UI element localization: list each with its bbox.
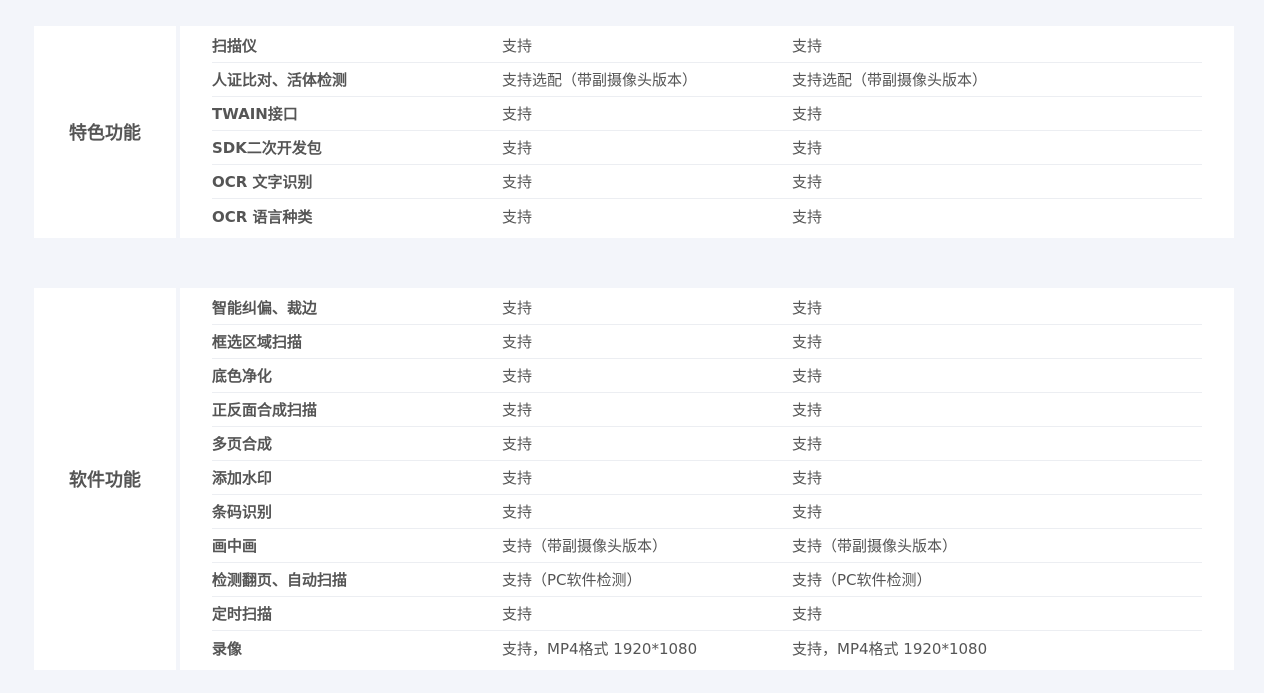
feature-value-b: 支持 bbox=[792, 207, 823, 226]
section-label: 软件功能 bbox=[34, 288, 176, 670]
section-table: 智能纠偏、裁边 支持 支持 框选区域扫描 支持 支持 底色净化 支持 支持 正反… bbox=[180, 288, 1234, 670]
feature-value-b: 支持 bbox=[792, 503, 823, 521]
feature-value-a: 支持 bbox=[502, 37, 533, 55]
feature-value-b: 支持，MP4格式 1920*1080 bbox=[792, 639, 988, 658]
feature-name: 人证比对、活体检测 bbox=[212, 71, 348, 89]
feature-value-b: 支持 bbox=[792, 37, 823, 55]
feature-name: 正反面合成扫描 bbox=[212, 401, 318, 419]
feature-value-a: 支持 bbox=[502, 333, 533, 351]
feature-value-a: 支持 bbox=[502, 173, 533, 191]
feature-value-b: 支持（PC软件检测） bbox=[792, 571, 932, 589]
table-row: 扫描仪 支持 支持 bbox=[212, 29, 1202, 63]
feature-value-b: 支持 bbox=[792, 367, 823, 385]
feature-value-a: 支持（PC软件检测） bbox=[502, 571, 642, 589]
table-row: OCR 语言种类 支持 支持 bbox=[212, 199, 1202, 233]
feature-value-a: 支持 bbox=[502, 605, 533, 623]
table-row: 人证比对、活体检测 支持选配（带副摄像头版本） 支持选配（带副摄像头版本） bbox=[212, 63, 1202, 97]
section-software: 软件功能 智能纠偏、裁边 支持 支持 框选区域扫描 支持 支持 底色净化 支持 … bbox=[34, 288, 1234, 670]
feature-value-a: 支持 bbox=[502, 367, 533, 385]
feature-value-a: 支持 bbox=[502, 469, 533, 487]
table-row: SDK二次开发包 支持 支持 bbox=[212, 131, 1202, 165]
section-feature: 特色功能 扫描仪 支持 支持 人证比对、活体检测 支持选配（带副摄像头版本） 支… bbox=[34, 26, 1234, 238]
feature-name: 多页合成 bbox=[212, 435, 273, 453]
table-row: 检测翻页、自动扫描 支持（PC软件检测） 支持（PC软件检测） bbox=[212, 563, 1202, 597]
section-label: 特色功能 bbox=[34, 26, 176, 238]
feature-value-b: 支持 bbox=[792, 605, 823, 623]
table-row: 底色净化 支持 支持 bbox=[212, 359, 1202, 393]
feature-value-b: 支持 bbox=[792, 401, 823, 419]
feature-name: OCR 语言种类 bbox=[212, 207, 313, 226]
table-row: 录像 支持，MP4格式 1920*1080 支持，MP4格式 1920*1080 bbox=[212, 631, 1202, 665]
feature-value-b: 支持 bbox=[792, 139, 823, 157]
feature-value-b: 支持（带副摄像头版本） bbox=[792, 537, 958, 555]
feature-value-b: 支持 bbox=[792, 469, 823, 487]
feature-name: 定时扫描 bbox=[212, 605, 273, 623]
table-row: 智能纠偏、裁边 支持 支持 bbox=[212, 291, 1202, 325]
feature-name: 添加水印 bbox=[212, 469, 273, 487]
feature-value-a: 支持 bbox=[502, 299, 533, 317]
feature-name: 底色净化 bbox=[212, 367, 273, 385]
feature-name: 画中画 bbox=[212, 537, 258, 555]
table-row: 画中画 支持（带副摄像头版本） 支持（带副摄像头版本） bbox=[212, 529, 1202, 563]
feature-name: 扫描仪 bbox=[212, 37, 258, 55]
feature-value-b: 支持 bbox=[792, 333, 823, 351]
feature-value-a: 支持 bbox=[502, 435, 533, 453]
table-row: 添加水印 支持 支持 bbox=[212, 461, 1202, 495]
feature-name: 框选区域扫描 bbox=[212, 333, 303, 351]
section-table: 扫描仪 支持 支持 人证比对、活体检测 支持选配（带副摄像头版本） 支持选配（带… bbox=[180, 26, 1234, 238]
table-row: 定时扫描 支持 支持 bbox=[212, 597, 1202, 631]
feature-name: 录像 bbox=[212, 639, 243, 658]
feature-name: SDK二次开发包 bbox=[212, 139, 322, 157]
feature-value-a: 支持（带副摄像头版本） bbox=[502, 537, 668, 555]
feature-name: 智能纠偏、裁边 bbox=[212, 299, 318, 317]
feature-value-b: 支持 bbox=[792, 299, 823, 317]
feature-value-a: 支持 bbox=[502, 139, 533, 157]
table-row: 框选区域扫描 支持 支持 bbox=[212, 325, 1202, 359]
feature-value-b: 支持 bbox=[792, 173, 823, 191]
feature-value-a: 支持 bbox=[502, 207, 533, 226]
feature-value-b: 支持 bbox=[792, 105, 823, 123]
feature-value-a: 支持 bbox=[502, 503, 533, 521]
table-row: 条码识别 支持 支持 bbox=[212, 495, 1202, 529]
feature-name: 条码识别 bbox=[212, 503, 273, 521]
feature-value-b: 支持选配（带副摄像头版本） bbox=[792, 71, 988, 89]
feature-value-a: 支持，MP4格式 1920*1080 bbox=[502, 639, 698, 658]
feature-name: 检测翻页、自动扫描 bbox=[212, 571, 348, 589]
feature-value-b: 支持 bbox=[792, 435, 823, 453]
table-row: OCR 文字识别 支持 支持 bbox=[212, 165, 1202, 199]
table-row: 多页合成 支持 支持 bbox=[212, 427, 1202, 461]
table-row: 正反面合成扫描 支持 支持 bbox=[212, 393, 1202, 427]
feature-value-a: 支持 bbox=[502, 105, 533, 123]
table-row: TWAIN接口 支持 支持 bbox=[212, 97, 1202, 131]
feature-name: OCR 文字识别 bbox=[212, 173, 313, 191]
feature-value-a: 支持选配（带副摄像头版本） bbox=[502, 71, 698, 89]
feature-name: TWAIN接口 bbox=[212, 105, 298, 123]
feature-value-a: 支持 bbox=[502, 401, 533, 419]
